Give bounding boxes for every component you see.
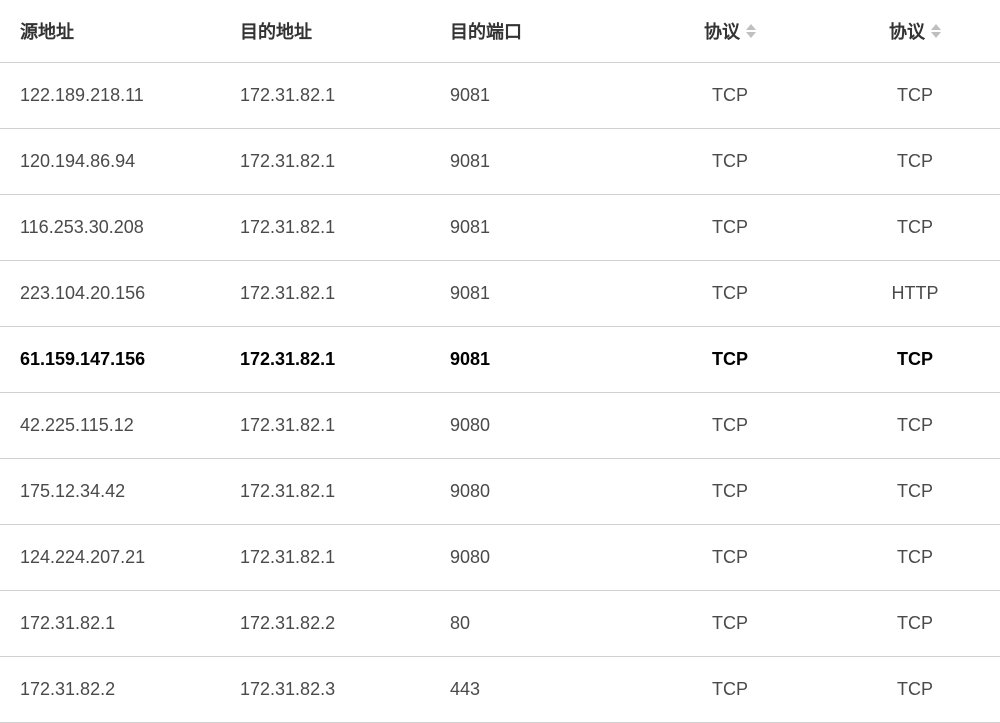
cell-protocol1: TCP — [630, 63, 820, 129]
cell-dest-addr: 172.31.82.1 — [220, 63, 430, 129]
header-protocol1-label: 协议 — [704, 18, 740, 44]
cell-source-addr: 122.189.218.11 — [0, 63, 220, 129]
cell-dest-port: 9081 — [430, 129, 630, 195]
cell-protocol2: TCP — [820, 129, 1000, 195]
cell-dest-addr: 172.31.82.1 — [220, 459, 430, 525]
cell-dest-port: 9081 — [430, 261, 630, 327]
sort-icon[interactable] — [931, 24, 941, 38]
header-row: 源地址 目的地址 目的端口 协议 协议 — [0, 0, 1000, 63]
table-row[interactable]: 175.12.34.42172.31.82.19080TCPTCP — [0, 459, 1000, 525]
cell-source-addr: 172.31.82.1 — [0, 591, 220, 657]
header-protocol2[interactable]: 协议 — [820, 0, 1000, 63]
cell-protocol2: TCP — [820, 327, 1000, 393]
cell-protocol1: TCP — [630, 195, 820, 261]
cell-source-addr: 42.225.115.12 — [0, 393, 220, 459]
cell-protocol1: TCP — [630, 459, 820, 525]
cell-dest-port: 9081 — [430, 63, 630, 129]
cell-dest-addr: 172.31.82.1 — [220, 327, 430, 393]
cell-protocol2: TCP — [820, 63, 1000, 129]
table-row[interactable]: 172.31.82.1172.31.82.280TCPTCP — [0, 591, 1000, 657]
sort-down-icon — [746, 32, 756, 38]
cell-source-addr: 223.104.20.156 — [0, 261, 220, 327]
table-row[interactable]: 122.189.218.11172.31.82.19081TCPTCP — [0, 63, 1000, 129]
header-dest-addr[interactable]: 目的地址 — [220, 0, 430, 63]
cell-dest-addr: 172.31.82.1 — [220, 393, 430, 459]
table-row[interactable]: 42.225.115.12172.31.82.19080TCPTCP — [0, 393, 1000, 459]
cell-protocol1: TCP — [630, 657, 820, 723]
cell-protocol2: TCP — [820, 393, 1000, 459]
header-dest-port[interactable]: 目的端口 — [430, 0, 630, 63]
cell-dest-port: 9080 — [430, 525, 630, 591]
cell-protocol1: TCP — [630, 129, 820, 195]
table-row[interactable]: 116.253.30.208172.31.82.19081TCPTCP — [0, 195, 1000, 261]
cell-dest-addr: 172.31.82.1 — [220, 525, 430, 591]
cell-source-addr: 61.159.147.156 — [0, 327, 220, 393]
cell-protocol2: TCP — [820, 591, 1000, 657]
cell-protocol2: TCP — [820, 525, 1000, 591]
header-protocol1[interactable]: 协议 — [630, 0, 820, 63]
cell-dest-addr: 172.31.82.1 — [220, 261, 430, 327]
cell-source-addr: 116.253.30.208 — [0, 195, 220, 261]
header-source-addr[interactable]: 源地址 — [0, 0, 220, 63]
cell-protocol1: TCP — [630, 393, 820, 459]
cell-protocol1: TCP — [630, 525, 820, 591]
cell-dest-addr: 172.31.82.1 — [220, 129, 430, 195]
cell-source-addr: 120.194.86.94 — [0, 129, 220, 195]
table-row[interactable]: 120.194.86.94172.31.82.19081TCPTCP — [0, 129, 1000, 195]
cell-dest-port: 9080 — [430, 393, 630, 459]
table-row[interactable]: 61.159.147.156172.31.82.19081TCPTCP — [0, 327, 1000, 393]
cell-protocol2: TCP — [820, 195, 1000, 261]
cell-dest-port: 80 — [430, 591, 630, 657]
table-body: 122.189.218.11172.31.82.19081TCPTCP120.1… — [0, 63, 1000, 723]
cell-protocol1: TCP — [630, 261, 820, 327]
cell-protocol1: TCP — [630, 327, 820, 393]
cell-source-addr: 172.31.82.2 — [0, 657, 220, 723]
cell-protocol2: TCP — [820, 459, 1000, 525]
cell-source-addr: 175.12.34.42 — [0, 459, 220, 525]
cell-protocol2: HTTP — [820, 261, 1000, 327]
header-protocol2-label: 协议 — [889, 18, 925, 44]
connections-table: 源地址 目的地址 目的端口 协议 协议 — [0, 0, 1000, 723]
cell-dest-addr: 172.31.82.2 — [220, 591, 430, 657]
table-row[interactable]: 223.104.20.156172.31.82.19081TCPHTTP — [0, 261, 1000, 327]
cell-dest-port: 9080 — [430, 459, 630, 525]
table-row[interactable]: 124.224.207.21172.31.82.19080TCPTCP — [0, 525, 1000, 591]
sort-up-icon — [746, 24, 756, 30]
cell-dest-port: 9081 — [430, 195, 630, 261]
sort-icon[interactable] — [746, 24, 756, 38]
cell-source-addr: 124.224.207.21 — [0, 525, 220, 591]
sort-up-icon — [931, 24, 941, 30]
cell-protocol1: TCP — [630, 591, 820, 657]
cell-dest-port: 443 — [430, 657, 630, 723]
cell-dest-addr: 172.31.82.1 — [220, 195, 430, 261]
cell-protocol2: TCP — [820, 657, 1000, 723]
cell-dest-addr: 172.31.82.3 — [220, 657, 430, 723]
cell-dest-port: 9081 — [430, 327, 630, 393]
sort-down-icon — [931, 32, 941, 38]
table-row[interactable]: 172.31.82.2172.31.82.3443TCPTCP — [0, 657, 1000, 723]
